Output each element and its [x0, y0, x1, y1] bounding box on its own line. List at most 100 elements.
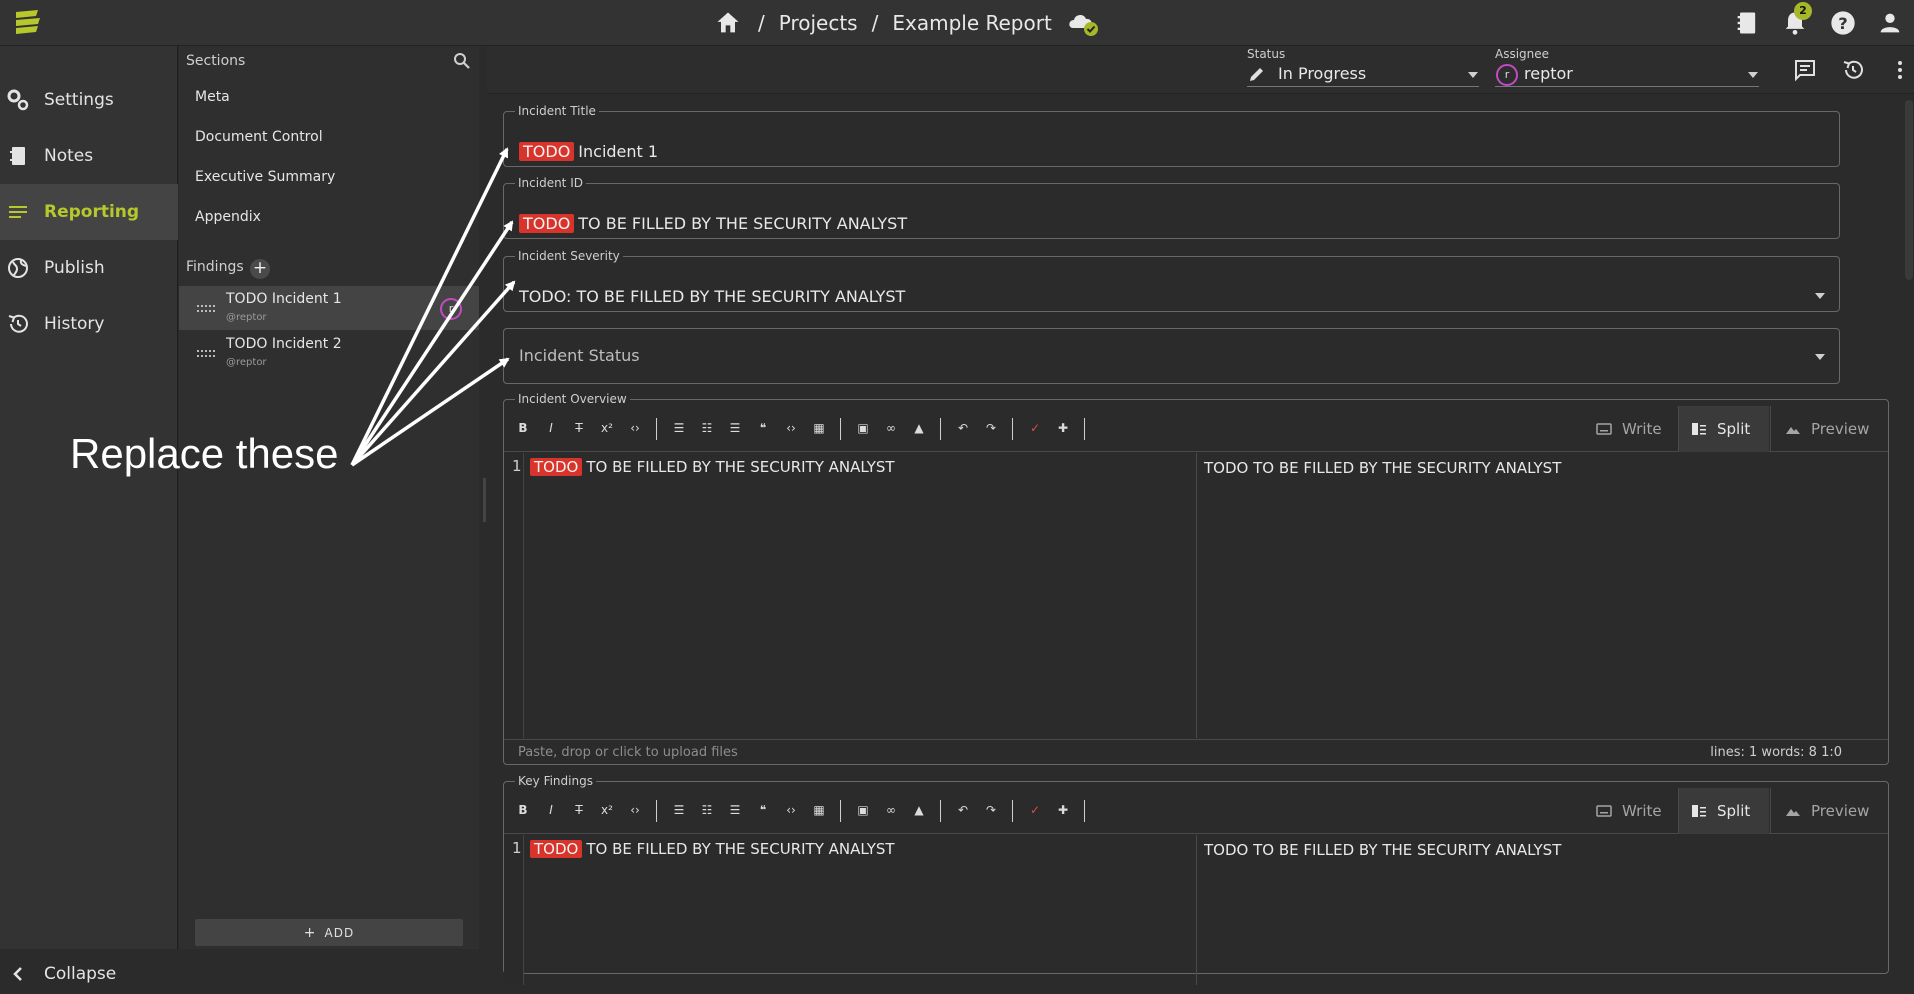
field-label: Incident Title	[518, 104, 596, 118]
upload-hint[interactable]: Paste, drop or click to upload files	[518, 745, 738, 760]
keyboard-icon	[1596, 423, 1612, 435]
finding-header: Status In Progress Assignee reptor	[487, 46, 1914, 94]
table-icon[interactable]: ▦	[812, 421, 826, 435]
nav-item-history[interactable]: History	[0, 296, 178, 352]
quote-icon[interactable]: ❝	[756, 803, 770, 817]
pencil-icon	[1247, 64, 1267, 84]
tab-preview[interactable]: Preview	[1770, 788, 1888, 834]
avatar: r	[1496, 64, 1518, 86]
notebook-icon[interactable]	[1733, 9, 1761, 37]
add-comment-icon[interactable]: ✚	[1056, 421, 1070, 435]
section-item-appendix[interactable]: Appendix	[195, 209, 261, 225]
tab-label: Split	[1717, 802, 1751, 820]
tab-write[interactable]: Write	[1584, 788, 1676, 834]
quote-icon[interactable]: ❝	[756, 421, 770, 435]
status-select[interactable]: In Progress	[1278, 64, 1366, 83]
numbered-list-icon[interactable]: ☷	[700, 421, 714, 435]
superscript-icon[interactable]: x²	[600, 421, 614, 435]
markdown-preview: TODO TO BE FILLED BY THE SECURITY ANALYS…	[1204, 841, 1562, 859]
help-icon[interactable]: ?	[1829, 9, 1857, 37]
breadcrumb-separator: /	[758, 11, 765, 35]
scrollbar[interactable]	[1905, 100, 1913, 280]
tab-split[interactable]: Split	[1678, 406, 1769, 452]
bullet-list-icon[interactable]: ☰	[672, 803, 686, 817]
image-icon[interactable]: ▲	[912, 803, 926, 817]
strikethrough-icon[interactable]: T	[572, 421, 586, 435]
markdown-preview: TODO TO BE FILLED BY THE SECURITY ANALYS…	[1204, 459, 1562, 477]
tab-split[interactable]: Split	[1678, 788, 1769, 834]
section-item-meta[interactable]: Meta	[195, 89, 230, 105]
link-icon[interactable]: ∞	[884, 421, 898, 435]
incident-status-select[interactable]: Incident Status	[503, 328, 1840, 384]
section-item-executive-summary[interactable]: Executive Summary	[195, 169, 335, 185]
task-list-icon[interactable]: ☰	[728, 803, 742, 817]
link-icon[interactable]: ∞	[884, 803, 898, 817]
drag-handle-icon[interactable]	[197, 305, 217, 312]
table-icon[interactable]: ▦	[812, 803, 826, 817]
numbered-list-icon[interactable]: ☷	[700, 803, 714, 817]
assignee-select[interactable]: reptor	[1524, 64, 1573, 83]
add-finding-icon[interactable]: +	[250, 259, 270, 279]
undo-icon[interactable]: ↶	[956, 421, 970, 435]
home-icon[interactable]	[714, 9, 742, 37]
markdown-editor-input[interactable]: TODO TO BE FILLED BY THE SECURITY ANALYST	[530, 458, 895, 476]
undo-icon[interactable]: ↶	[956, 803, 970, 817]
italic-icon[interactable]: I	[544, 421, 558, 435]
add-button[interactable]: + ADD	[195, 919, 463, 946]
superscript-icon[interactable]: x²	[600, 803, 614, 817]
field-label: Incident ID	[518, 176, 583, 190]
footnote-icon[interactable]: ▣	[856, 421, 870, 435]
code-block-icon[interactable]: ‹›	[784, 803, 798, 817]
breadcrumb-report[interactable]: Example Report	[892, 11, 1051, 35]
comment-icon[interactable]	[1793, 58, 1817, 82]
code-block-icon[interactable]: ‹›	[784, 421, 798, 435]
bold-icon[interactable]: B	[516, 421, 530, 435]
tab-preview[interactable]: Preview	[1770, 406, 1888, 452]
redo-icon[interactable]: ↷	[984, 803, 998, 817]
finding-item[interactable]: TODO Incident 2 @reptor	[179, 331, 479, 375]
nav-item-reporting[interactable]: Reporting	[0, 184, 178, 240]
italic-icon[interactable]: I	[544, 803, 558, 817]
incident-severity-select[interactable]: Incident Severity TODO: TO BE FILLED BY …	[503, 249, 1840, 312]
finding-item[interactable]: TODO Incident 1 @reptor r	[179, 286, 479, 330]
nav-item-publish[interactable]: Publish	[0, 240, 178, 296]
markdown-toolbar: B I T x² ‹› ☰ ☷ ☰ ❝ ‹› ▦ ▣ ∞ ▲ ↶ ↷ ✓ ✚ W…	[504, 788, 1888, 834]
incident-title-field[interactable]: Incident Title TODO Incident 1	[503, 104, 1840, 167]
redo-icon[interactable]: ↷	[984, 421, 998, 435]
section-item-document-control[interactable]: Document Control	[195, 129, 323, 145]
history-icon[interactable]	[1841, 58, 1865, 82]
incident-title-value[interactable]: TODO Incident 1	[519, 142, 658, 161]
breadcrumb-projects[interactable]: Projects	[779, 11, 858, 35]
tab-label: Preview	[1811, 420, 1870, 438]
user-icon[interactable]	[1876, 9, 1904, 37]
toolbar-divider	[1084, 418, 1085, 440]
nav-item-notes[interactable]: Notes	[0, 128, 178, 184]
image-icon[interactable]: ▲	[912, 421, 926, 435]
task-list-icon[interactable]: ☰	[728, 421, 742, 435]
field-label: Key Findings	[518, 774, 593, 788]
footnote-icon[interactable]: ▣	[856, 803, 870, 817]
split-divider	[1196, 835, 1197, 985]
notification-badge: 2	[1794, 2, 1812, 20]
inline-code-icon[interactable]: ‹›	[628, 803, 642, 817]
nav-item-settings[interactable]: Settings	[0, 72, 178, 128]
incident-id-field[interactable]: Incident ID TODO TO BE FILLED BY THE SECU…	[503, 176, 1840, 239]
incident-id-value[interactable]: TODO TO BE FILLED BY THE SECURITY ANALYST	[519, 214, 907, 233]
findings-header: Findings	[186, 259, 244, 275]
bold-icon[interactable]: B	[516, 803, 530, 817]
bullet-list-icon[interactable]: ☰	[672, 421, 686, 435]
inline-code-icon[interactable]: ‹›	[628, 421, 642, 435]
spellcheck-icon[interactable]: ✓	[1028, 803, 1042, 817]
more-vertical-icon[interactable]	[1888, 58, 1912, 82]
drag-handle-icon[interactable]	[197, 350, 217, 357]
spellcheck-icon[interactable]: ✓	[1028, 421, 1042, 435]
split-view-icon	[1692, 423, 1706, 435]
panel-resize-handle[interactable]	[483, 478, 486, 522]
markdown-editor-input[interactable]: TODO TO BE FILLED BY THE SECURITY ANALYST	[530, 840, 895, 858]
app-logo-icon[interactable]	[12, 6, 44, 38]
strikethrough-icon[interactable]: T	[572, 803, 586, 817]
add-comment-icon[interactable]: ✚	[1056, 803, 1070, 817]
collapse-button[interactable]: Collapse	[0, 954, 178, 994]
tab-write[interactable]: Write	[1584, 406, 1676, 452]
search-icon[interactable]	[453, 52, 471, 70]
